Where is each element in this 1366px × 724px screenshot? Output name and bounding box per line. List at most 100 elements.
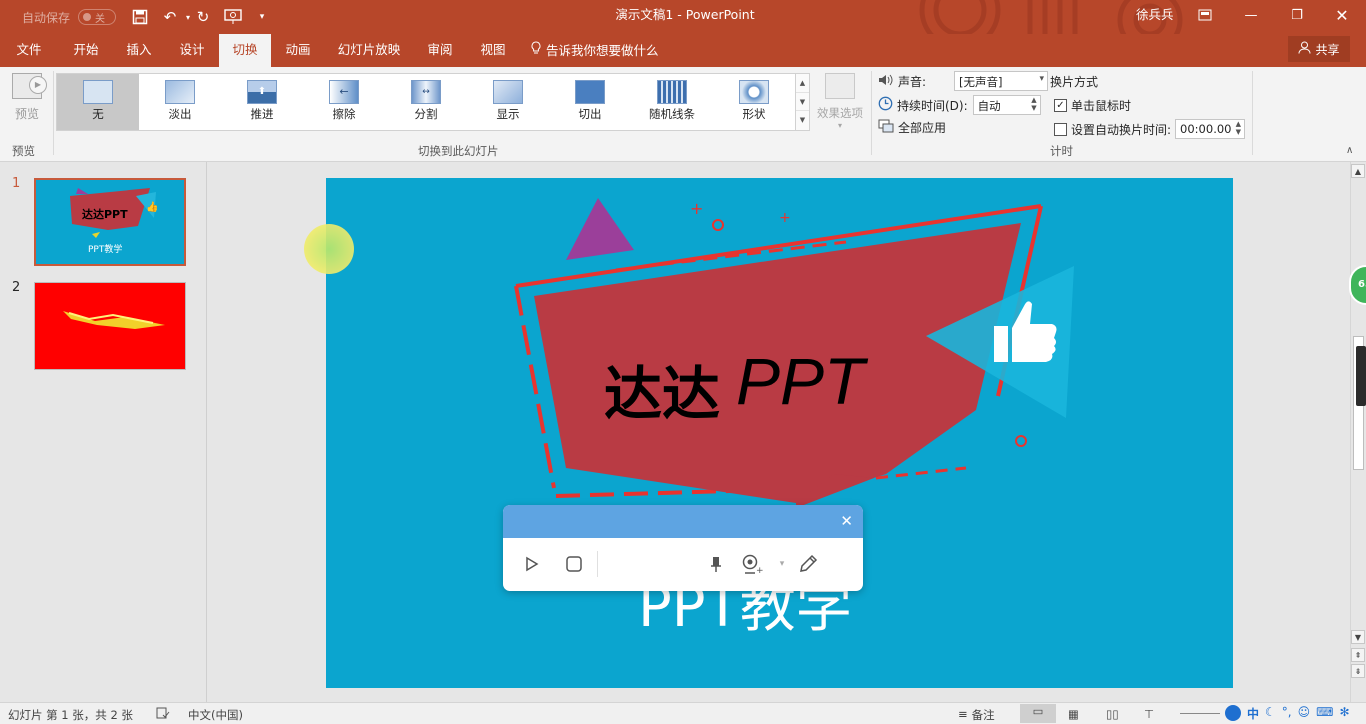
preview-button[interactable]: ▶ 预览 — [4, 71, 50, 131]
play-icon[interactable] — [519, 551, 545, 577]
save-icon[interactable] — [130, 7, 150, 27]
transition-split[interactable]: ↔ 分割 — [385, 74, 467, 130]
zoom-slider[interactable] — [1180, 713, 1220, 714]
transition-none[interactable]: 无 — [57, 74, 139, 130]
pin-icon[interactable] — [703, 551, 729, 577]
slide-sorter-icon[interactable]: ▦ — [1068, 707, 1079, 721]
transition-push[interactable]: ⬆ 推进 — [221, 74, 303, 130]
duration-label: 持续时间(D): — [897, 98, 968, 113]
on-mouse-click-option[interactable]: ✓ 单击鼠标时 — [1054, 97, 1131, 114]
transition-wipe[interactable]: ← 擦除 — [303, 74, 385, 130]
scroll-up-icon[interactable]: ▲ — [1351, 164, 1365, 178]
slide-graphics: + + 达达 PPT PPT教学 — [514, 198, 1074, 640]
scroll-down-icon[interactable]: ▼ — [1351, 630, 1365, 644]
tab-view[interactable]: 视图 — [468, 34, 518, 67]
random-bars-transition-icon — [657, 80, 687, 104]
tab-animations[interactable]: 动画 — [272, 34, 324, 67]
transition-cut[interactable]: 切出 — [549, 74, 631, 130]
keyboard-icon[interactable]: ⌨ — [1316, 705, 1333, 722]
share-button[interactable]: 共享 — [1288, 36, 1350, 62]
collapse-ribbon-icon[interactable]: ∧ — [1346, 145, 1353, 156]
after-time-stepper[interactable]: 00:00.00 ▲ ▼ — [1175, 119, 1246, 139]
vertical-scrollbar[interactable]: ▲ ▼ ⇞ ⇟ — [1350, 162, 1366, 702]
after-time-option[interactable]: 设置自动换片时间: 00:00.00 ▲ ▼ — [1054, 119, 1246, 139]
ribbon-display-options-icon[interactable] — [1194, 4, 1216, 26]
person-icon — [1298, 41, 1311, 57]
switch-knob — [83, 13, 92, 21]
apply-all-button[interactable]: 全部应用 — [878, 119, 946, 136]
effect-options-dropdown-icon: ▾ — [837, 121, 842, 130]
tab-home[interactable]: 开始 — [60, 34, 112, 67]
slide-thumbnail-1[interactable]: 👍 达达PPT PPT教学 — [34, 178, 186, 266]
after-time-value: 00:00.00 — [1180, 122, 1232, 136]
punctuation-icon[interactable]: °, — [1282, 705, 1292, 722]
undo-icon[interactable]: ↶ — [160, 7, 180, 27]
tab-file[interactable]: 文件 — [6, 34, 52, 67]
autosave-toggle[interactable]: 自动保存 关 — [22, 0, 117, 34]
tab-slideshow[interactable]: 幻灯片放映 — [328, 34, 410, 67]
normal-view-icon[interactable]: ▭ — [1020, 704, 1056, 723]
preview-label: 预览 — [14, 107, 39, 121]
smile-icon[interactable]: ☺ — [1298, 705, 1311, 722]
previous-slide-icon[interactable]: ⇞ — [1351, 648, 1365, 662]
webcam-icon[interactable]: + — [739, 551, 765, 577]
slide-thumbnail-pane: 1 👍 达达PPT PPT教学 2 — [0, 162, 207, 702]
minimize-icon[interactable]: — — [1240, 4, 1262, 26]
checkbox-checked[interactable]: ✓ — [1054, 99, 1067, 112]
customize-toolbar-icon[interactable]: ▾ — [252, 7, 272, 27]
transition-reveal[interactable]: 显示 — [467, 74, 549, 130]
transition-shape[interactable]: 形状 — [713, 74, 795, 130]
thumb-subtitle: PPT教学 — [88, 243, 122, 255]
ime-indicator[interactable]: 中 — [1247, 705, 1259, 722]
moon-icon[interactable]: ☾ — [1265, 705, 1276, 722]
autosave-label: 自动保存 — [22, 10, 71, 25]
user-name[interactable]: 徐兵兵 — [1136, 0, 1174, 30]
next-slide-icon[interactable]: ⇟ — [1351, 664, 1365, 678]
transition-label: 无 — [92, 107, 104, 121]
gallery-scroll-down-icon[interactable]: ▼ — [796, 93, 809, 112]
slide-count: 幻灯片 第 1 张，共 2 张 — [8, 708, 133, 722]
side-widget-handle[interactable] — [1356, 346, 1366, 406]
stop-icon[interactable] — [561, 551, 587, 577]
checkbox-unchecked[interactable] — [1054, 122, 1067, 136]
tell-me-search[interactable]: 告诉我你想要做什么 — [530, 34, 670, 67]
notes-button[interactable]: ≡ 备注 — [958, 707, 995, 723]
slide-title-cn: 达达 — [604, 360, 720, 428]
slide-thumbnail-2[interactable] — [34, 282, 186, 370]
tab-insert[interactable]: 插入 — [114, 34, 164, 67]
tab-review[interactable]: 审阅 — [414, 34, 466, 67]
redo-icon[interactable]: ↻ — [193, 7, 213, 27]
settings-icon[interactable]: ✻ — [1339, 705, 1349, 722]
floating-toolbar-header[interactable]: ✕ — [503, 505, 863, 538]
shape-transition-icon — [739, 80, 769, 104]
gallery-scroll: ▲ ▼ ▼ — [795, 74, 809, 130]
system-tray: 中 ☾ °, ☺ ⌨ ✻ — [1225, 705, 1350, 722]
restore-icon[interactable]: ❐ — [1286, 4, 1308, 26]
slideshow-view-icon[interactable]: ⊤ — [1144, 707, 1154, 721]
wipe-transition-icon: ← — [329, 80, 359, 104]
language-indicator[interactable]: 中文(中国) — [188, 707, 243, 723]
close-icon[interactable]: ✕ — [1331, 4, 1353, 26]
effect-options-button[interactable]: 效果选项 ▾ — [813, 73, 867, 130]
pen-icon[interactable] — [795, 551, 821, 577]
tab-transitions[interactable]: 切换 — [219, 34, 271, 67]
gallery-expand-icon[interactable]: ▼ — [796, 111, 809, 130]
autosave-switch[interactable]: 关 — [78, 9, 117, 25]
sound-row: 声音: [无声音] ▾ — [878, 71, 1049, 91]
sound-value: [无声音] — [959, 75, 1003, 89]
webcam-dropdown-icon[interactable]: ▾ — [769, 551, 795, 577]
close-icon[interactable]: ✕ — [840, 512, 853, 530]
transition-label: 切出 — [578, 107, 602, 121]
transition-random-bars[interactable]: 随机线条 — [631, 74, 713, 130]
tab-design[interactable]: 设计 — [166, 34, 218, 67]
start-slideshow-icon[interactable] — [223, 7, 243, 27]
reading-view-icon[interactable]: ▯▯ — [1106, 707, 1119, 721]
slide-canvas[interactable]: + + 达达 PPT PPT教学 — [326, 178, 1233, 688]
transition-label: 形状 — [742, 107, 766, 121]
avatar-icon[interactable] — [1225, 705, 1241, 721]
spellcheck-icon[interactable] — [156, 707, 170, 722]
sound-select[interactable]: [无声音] ▾ — [954, 71, 1049, 91]
duration-stepper[interactable]: 自动 ▲ ▼ — [972, 95, 1041, 115]
gallery-scroll-up-icon[interactable]: ▲ — [796, 74, 809, 93]
transition-fade[interactable]: 淡出 — [139, 74, 221, 130]
